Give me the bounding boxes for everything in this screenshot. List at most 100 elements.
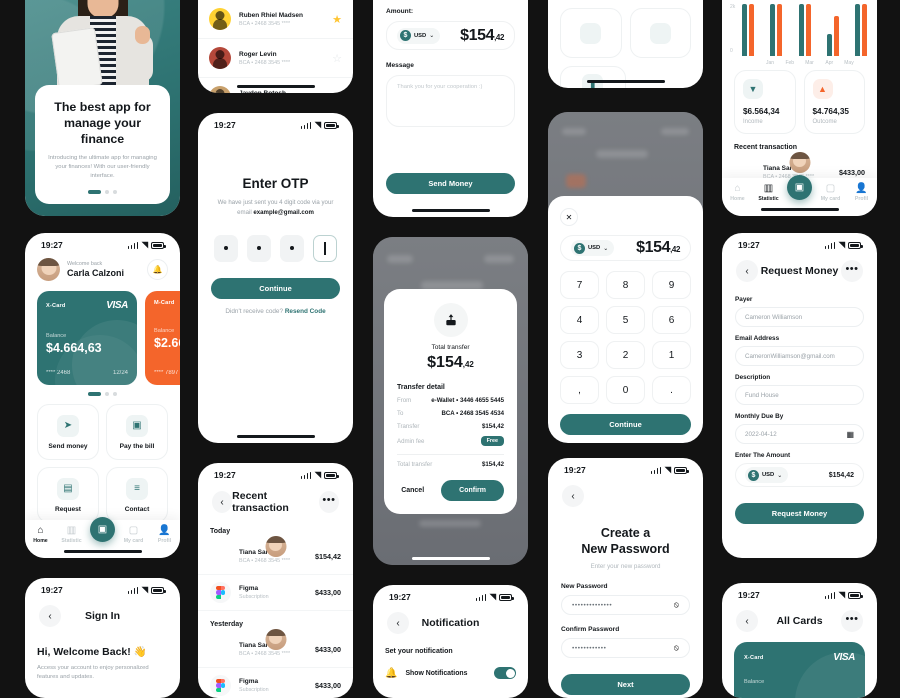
more-options-icon[interactable]: ••• [840, 260, 863, 282]
star-icon[interactable]: ★ [332, 13, 342, 26]
eye-off-icon[interactable]: ⦸ [674, 600, 679, 610]
pagination-dot-2[interactable] [105, 190, 109, 194]
tile-reload[interactable]: ▮ Reload [560, 66, 626, 88]
list-item[interactable]: Ruben Rhiel Madsen BCA • 2468 3545 **** … [198, 0, 353, 39]
action-request[interactable]: ▤ Request [37, 467, 99, 523]
key-comma[interactable]: , [560, 376, 599, 404]
key-7[interactable]: 7 [560, 271, 599, 299]
request-money-button[interactable]: Request Money [735, 503, 864, 524]
star-icon[interactable]: ☆ [332, 91, 342, 94]
back-button[interactable]: ‹ [212, 491, 233, 513]
tile-placeholder-1[interactable] [560, 8, 622, 58]
show-notifications-toggle[interactable] [494, 667, 516, 679]
back-button[interactable]: ‹ [562, 485, 584, 507]
action-contact[interactable]: ≡ Contact [106, 467, 168, 523]
confirm-password-field[interactable]: •••••••••••• ⦸ [561, 638, 690, 658]
card-carousel[interactable]: X-Card VISA Balance $4.664,63 **** 2468 … [25, 281, 180, 385]
currency-selector[interactable]: $ USD ⌄ [571, 240, 615, 256]
back-button[interactable]: ‹ [39, 605, 61, 627]
action-pay-the-bill[interactable]: ▣ Pay the bill [106, 404, 168, 460]
screen-new-password: 19:27 ◥ ‹ Create a New Password Enter yo… [548, 458, 703, 698]
key-4[interactable]: 4 [560, 306, 599, 334]
tab-statistic[interactable]: ▥ Statistic [755, 184, 783, 203]
continue-button[interactable]: Continue [560, 414, 691, 435]
tab-my-card[interactable]: ▢ My card [120, 526, 148, 545]
table-row[interactable]: Tiana Saris BCA • 2468 3545 **** $154,42 [198, 536, 353, 575]
otp-digit-3[interactable] [280, 234, 304, 262]
amount-input[interactable]: $ USD ⌄ $154,42 [386, 21, 515, 50]
table-row[interactable]: Figma Subscription $433,00 [198, 668, 353, 698]
due-date-input[interactable]: 2022-04-12 ▦ [735, 424, 864, 444]
tab-scan[interactable]: ▣ [89, 517, 117, 542]
key-8[interactable]: 8 [606, 271, 645, 299]
notification-row[interactable]: 🔔 Show Notifications [373, 659, 528, 687]
scan-icon[interactable]: ▣ [90, 517, 115, 542]
back-button[interactable]: ‹ [736, 260, 758, 282]
send-money-button[interactable]: Send Money [386, 173, 515, 194]
amount-display[interactable]: $ USD ⌄ $154,42 [560, 235, 691, 261]
bell-icon[interactable]: 🔔 [147, 259, 168, 280]
table-row[interactable]: Tiana Saris BCA • 2468 3545 **** $433,00 [198, 629, 353, 668]
star-icon[interactable]: ☆ [332, 52, 342, 65]
currency-selector[interactable]: $ USD ⌄ [397, 27, 441, 44]
tile-placeholder-2[interactable] [629, 8, 691, 58]
otp-input-group[interactable] [198, 234, 353, 262]
next-button[interactable]: Next [561, 674, 690, 695]
card-balance-amount: $4.664,63 [46, 341, 102, 355]
pagination-dot-1[interactable] [88, 190, 101, 194]
message-input[interactable]: Thank you for your cooperation :) [386, 75, 515, 127]
key-5[interactable]: 5 [606, 306, 645, 334]
confirm-button[interactable]: Confirm [441, 480, 504, 501]
close-icon[interactable]: ✕ [560, 208, 578, 226]
otp-digit-2[interactable] [247, 234, 271, 262]
back-button[interactable]: ‹ [736, 610, 758, 632]
scan-icon[interactable]: ▣ [787, 175, 812, 200]
key-2[interactable]: 2 [606, 341, 645, 369]
tab-statistic[interactable]: ▥ Statistic [58, 526, 86, 545]
cancel-button[interactable]: Cancel [392, 481, 433, 500]
key-9[interactable]: 9 [652, 271, 691, 299]
card-dot-2[interactable] [105, 392, 109, 396]
tab-my-card[interactable]: ▢ My card [817, 184, 845, 203]
eye-off-icon[interactable]: ⦸ [674, 643, 679, 653]
tab-profil[interactable]: 👤 Profil [848, 184, 876, 203]
payer-input[interactable]: Cameron Williamson [735, 307, 864, 327]
key-6[interactable]: 6 [652, 306, 691, 334]
income-card[interactable]: ▼ $6.564,34 Income [734, 70, 796, 134]
card-dot-1[interactable] [88, 392, 101, 396]
pagination-dot-3[interactable] [113, 190, 117, 194]
amount-input[interactable]: $ USD ⌄ $154,42 [735, 463, 864, 487]
more-options-icon[interactable]: ••• [318, 491, 339, 513]
description-input[interactable]: Fund House [735, 385, 864, 405]
outcome-card[interactable]: ▲ $4.764,35 Outcome [803, 70, 865, 134]
more-options-icon[interactable]: ••• [840, 610, 863, 632]
calendar-icon[interactable]: ▦ [846, 430, 854, 439]
bar-group-mar [798, 4, 811, 56]
tab-home[interactable]: ⌂ Home [27, 526, 55, 545]
otp-digit-1[interactable] [214, 234, 238, 262]
onboarding-pagination[interactable] [47, 190, 158, 194]
bank-card-m[interactable]: M-Card Balance $2.664,6 **** 7897 [145, 291, 180, 385]
list-item[interactable]: Roger Levin BCA • 2468 3545 **** ☆ [198, 39, 353, 78]
tab-home[interactable]: ⌂ Home [724, 184, 752, 203]
back-button[interactable]: ‹ [387, 612, 409, 634]
key-0[interactable]: 0 [606, 376, 645, 404]
currency-selector[interactable]: $ USD ⌄ [745, 467, 789, 483]
table-row[interactable]: Figma Subscription $433,00 [198, 575, 353, 611]
key-3[interactable]: 3 [560, 341, 599, 369]
action-send-money[interactable]: ➤ Send money [37, 404, 99, 460]
tab-profil[interactable]: 👤 Profil [151, 526, 179, 545]
resend-code-link[interactable]: Resend Code [285, 308, 326, 315]
avatar[interactable] [37, 258, 60, 281]
card-balance-amount: $2.664,6 [154, 336, 180, 350]
continue-button[interactable]: Continue [211, 277, 340, 299]
card-dot-3[interactable] [113, 392, 117, 396]
bank-card-x[interactable]: X-Card VISA Balance [734, 642, 865, 698]
tab-scan[interactable]: ▣ [786, 175, 814, 200]
key-1[interactable]: 1 [652, 341, 691, 369]
email-field[interactable]: CameronWilliamson@gmail.com [735, 346, 864, 366]
bank-card-x[interactable]: X-Card VISA Balance $4.664,63 **** 2468 … [37, 291, 137, 385]
otp-digit-4[interactable] [313, 234, 337, 262]
key-dot[interactable]: . [652, 376, 691, 404]
new-password-field[interactable]: •••••••••••••• ⦸ [561, 595, 690, 615]
